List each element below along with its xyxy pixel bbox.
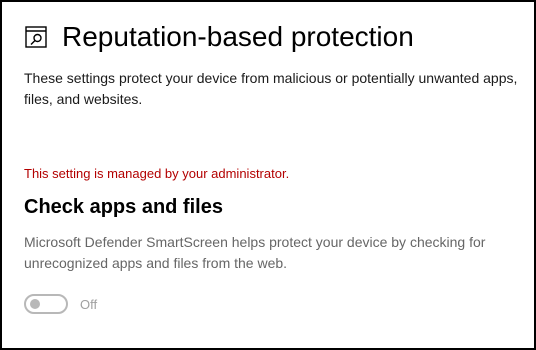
app-browser-control-icon [24, 25, 48, 49]
toggle-state-label: Off [80, 296, 98, 312]
page-header: Reputation-based protection [24, 20, 414, 54]
section-description-smartscreen: Microsoft Defender SmartScreen helps pro… [24, 234, 486, 271]
window-frame: Reputation-based protection These settin… [0, 0, 536, 350]
smartscreen-toggle-row: Off [24, 294, 97, 314]
page-title: Reputation-based protection [62, 21, 414, 52]
toggle-knob [30, 299, 40, 309]
page-description: These settings protect your device from … [24, 70, 518, 107]
smartscreen-toggle[interactable] [24, 294, 68, 314]
section-title-check-apps: Check apps and files [24, 196, 223, 218]
managed-by-admin-notice: This setting is managed by your administ… [24, 166, 290, 181]
